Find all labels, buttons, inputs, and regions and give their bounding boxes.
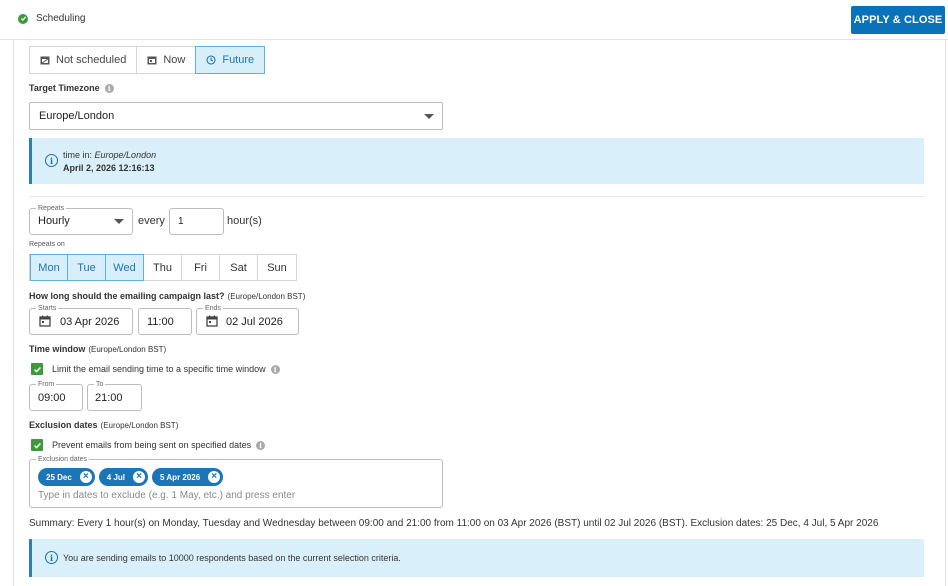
repeats-legend: Repeats — [36, 204, 67, 213]
time-info-zone: Europe/London — [94, 150, 157, 160]
start-time-value: 11:00 — [147, 316, 174, 328]
remove-chip-icon[interactable]: × — [133, 471, 146, 483]
divider — [29, 196, 924, 197]
every-label: every — [138, 215, 165, 227]
exclusion-legend: Exclusion dates — [36, 455, 90, 464]
timezone-label-text: Target Timezone — [29, 83, 100, 93]
interval-value: 1 — [178, 216, 184, 227]
ends-legend: Ends — [203, 304, 223, 313]
recipients-info-box: i You are sending emails to 10000 respon… — [29, 539, 924, 577]
time-info-line: time in: Europe/London — [63, 150, 156, 160]
to-legend: To — [94, 380, 106, 389]
info-icon[interactable]: i — [104, 83, 114, 93]
chip-label: 4 Jul — [106, 472, 126, 482]
start-date-value: 03 Apr 2026 — [60, 316, 120, 328]
exclusion-chip: 4 Jul × — [98, 468, 149, 486]
day-wed[interactable]: Wed — [106, 254, 144, 281]
repeats-value: Hourly — [38, 215, 70, 227]
chip-label: 25 Dec — [46, 472, 72, 482]
header-bar: Scheduling APPLY & CLOSE — [0, 0, 948, 40]
end-date-field[interactable]: Ends 02 Jul 2026 — [196, 304, 299, 335]
duration-tz-note: (Europe/London BST) — [227, 291, 306, 301]
check-circle-icon — [18, 13, 28, 24]
clock-icon — [206, 55, 216, 65]
start-time-field[interactable]: 11:00 — [138, 308, 192, 335]
chevron-down-icon — [114, 219, 124, 224]
info-circle-icon: i — [45, 551, 58, 564]
day-sat[interactable]: Sat — [220, 255, 258, 280]
day-sun[interactable]: Sun — [258, 255, 296, 280]
checkbox-checked-icon[interactable] — [31, 439, 43, 451]
exclusion-placeholder[interactable]: Type in dates to exclude (e.g. 1 May, et… — [38, 490, 295, 501]
checkbox-checked-icon[interactable] — [31, 363, 43, 375]
time-window-label-text: Time window — [29, 344, 86, 354]
exclusion-label: Exclusion dates (Europe/London BST) — [29, 420, 178, 430]
tab-label: Not scheduled — [56, 54, 127, 66]
info-icon[interactable]: i — [270, 364, 280, 374]
remove-chip-icon[interactable]: × — [79, 471, 92, 483]
exclusion-label-text: Exclusion dates — [29, 420, 98, 430]
duration-label: How long should the emailing campaign la… — [29, 291, 305, 301]
timezone-select[interactable]: Europe/London — [29, 102, 443, 130]
exclusion-chips: 25 Dec × 4 Jul × 5 Apr 2026 × — [38, 468, 227, 486]
timezone-label: Target Timezone i — [29, 83, 114, 93]
repeats-on-label: Repeats on — [29, 241, 65, 248]
exclusion-tz-note: (Europe/London BST) — [100, 420, 179, 430]
calendar-icon — [39, 315, 51, 327]
time-from-field[interactable]: From 09:00 — [29, 380, 83, 411]
exclusion-chip: 25 Dec × — [38, 468, 95, 486]
time-to-field[interactable]: To 21:00 — [87, 380, 142, 411]
day-mon[interactable]: Mon — [30, 254, 68, 281]
remove-chip-icon[interactable]: × — [208, 471, 221, 483]
duration-label-text: How long should the emailing campaign la… — [29, 291, 225, 301]
time-window-checkbox-row[interactable]: Limit the email sending time to a specif… — [31, 363, 280, 375]
time-info-box: i time in: Europe/London April 2, 2026 1… — [29, 138, 924, 184]
start-date-field[interactable]: Starts 03 Apr 2026 — [29, 304, 133, 335]
calendar-off-icon — [40, 56, 50, 65]
unit-label: hour(s) — [227, 215, 262, 227]
chip-label: 5 Apr 2026 — [160, 472, 201, 482]
info-circle-icon: i — [45, 154, 58, 167]
info-icon[interactable]: i — [256, 440, 266, 450]
tab-now[interactable]: Now — [137, 47, 197, 73]
time-from-value: 09:00 — [38, 392, 66, 404]
end-date-value: 02 Jul 2026 — [226, 316, 283, 328]
time-to-value: 21:00 — [95, 392, 123, 404]
exclusion-chip: 5 Apr 2026 × — [152, 468, 224, 486]
day-thu[interactable]: Thu — [144, 255, 182, 280]
calendar-now-icon — [147, 56, 157, 65]
time-info-prefix: time in: — [63, 150, 93, 160]
exclusion-checkbox-row[interactable]: Prevent emails from being sent on specif… — [31, 439, 266, 451]
header-title-text: Scheduling — [36, 13, 86, 24]
chevron-down-icon — [424, 114, 434, 119]
time-window-tz-note: (Europe/London BST) — [88, 344, 167, 354]
time-window-checkbox-label: Limit the email sending time to a specif… — [52, 364, 266, 374]
from-legend: From — [36, 380, 57, 389]
day-tue[interactable]: Tue — [68, 254, 106, 281]
tab-label: Now — [163, 54, 186, 66]
schedule-summary: Summary: Every 1 hour(s) on Monday, Tues… — [29, 518, 879, 529]
calendar-icon — [206, 315, 218, 327]
recipients-info-text: You are sending emails to 10000 responde… — [63, 553, 401, 563]
repeat-interval-input[interactable]: 1 — [169, 208, 224, 235]
tab-not-scheduled[interactable]: Not scheduled — [30, 47, 138, 73]
repeats-select[interactable]: Repeats Hourly — [29, 204, 133, 235]
repeats-on-days: Mon Tue Wed Thu Fri Sat Sun — [29, 254, 297, 281]
tab-label: Future — [222, 54, 255, 66]
tab-future[interactable]: Future — [195, 46, 266, 74]
starts-legend: Starts — [36, 304, 59, 313]
time-window-label: Time window (Europe/London BST) — [29, 344, 166, 354]
time-info-datetime: April 2, 2026 12:16:13 — [63, 163, 155, 173]
timezone-value: Europe/London — [39, 110, 115, 122]
schedule-mode-tabs: Not scheduled Now Future — [29, 46, 266, 74]
day-fri[interactable]: Fri — [182, 255, 220, 280]
scheduling-title: Scheduling — [18, 13, 85, 24]
apply-close-button[interactable]: APPLY & CLOSE — [851, 6, 945, 34]
exclusion-checkbox-label: Prevent emails from being sent on specif… — [52, 440, 252, 450]
